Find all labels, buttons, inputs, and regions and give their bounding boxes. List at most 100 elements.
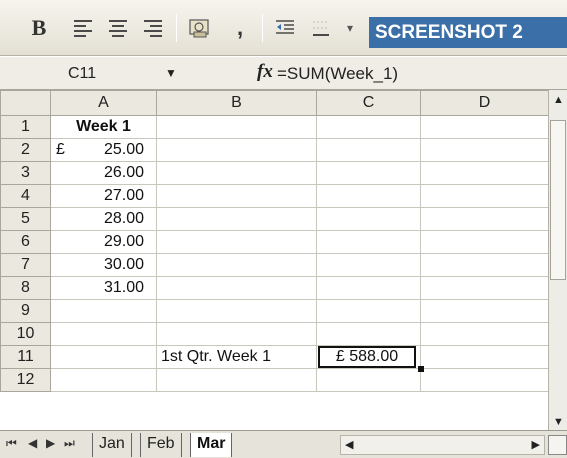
bold-button[interactable]: B	[24, 13, 54, 43]
column-header-b[interactable]: B	[156, 90, 317, 116]
cell[interactable]	[316, 230, 421, 254]
selected-cell-c11[interactable]: £ 588.00	[316, 345, 424, 372]
toolbar-divider	[176, 14, 177, 42]
column-header-a[interactable]: A	[50, 90, 157, 116]
column-header-c[interactable]: C	[316, 90, 421, 116]
sheet-tab-mar[interactable]: Mar	[190, 433, 233, 457]
cell-a2[interactable]: £25.00	[50, 138, 157, 162]
align-center-icon[interactable]	[103, 13, 133, 43]
cell[interactable]	[316, 115, 421, 139]
comma-style-button[interactable]: ,	[225, 13, 255, 43]
window-resize-corner[interactable]	[548, 435, 567, 455]
row-header[interactable]: 6	[0, 230, 51, 254]
cell[interactable]	[420, 322, 548, 346]
spreadsheet-grid: A B C D 1 Week 1 2 £25.00 3 26.00 4 27.0…	[0, 90, 548, 430]
cell[interactable]	[316, 276, 421, 300]
cell[interactable]	[316, 299, 421, 323]
cell-value: 25.00	[103, 141, 144, 158]
borders-icon[interactable]	[306, 13, 336, 43]
function-icon[interactable]: fx	[257, 61, 273, 83]
cell[interactable]	[156, 322, 317, 346]
row-header[interactable]: 5	[0, 207, 51, 231]
first-sheet-icon[interactable]: ⏮	[6, 436, 17, 451]
cell[interactable]	[156, 184, 317, 208]
cell-a4[interactable]: 27.00	[50, 184, 157, 208]
row-header[interactable]: 11	[0, 345, 51, 369]
scroll-up-icon[interactable]: ▲	[551, 94, 566, 112]
cell[interactable]	[50, 299, 157, 323]
previous-sheet-icon[interactable]: ◀	[28, 436, 37, 450]
cell[interactable]	[316, 368, 421, 392]
currency-symbol: £	[56, 141, 65, 158]
cell[interactable]	[420, 230, 548, 254]
cell[interactable]	[50, 322, 157, 346]
cell-b11[interactable]: 1st Qtr. Week 1	[156, 345, 317, 369]
cell-a7[interactable]: 30.00	[50, 253, 157, 277]
cell[interactable]	[420, 299, 548, 323]
sheet-tab-feb[interactable]: Feb	[140, 433, 182, 457]
cell[interactable]	[420, 207, 548, 231]
screenshot-badge: SCREENSHOT 2	[369, 17, 567, 48]
cell[interactable]	[156, 230, 317, 254]
decrease-indent-icon[interactable]	[270, 13, 300, 43]
cell[interactable]	[420, 161, 548, 185]
fill-handle[interactable]	[418, 366, 424, 372]
cell[interactable]	[50, 345, 157, 369]
currency-icon[interactable]	[184, 13, 214, 43]
scroll-left-icon[interactable]: ◀	[345, 438, 353, 451]
row-header[interactable]: 12	[0, 368, 51, 392]
scrollbar-thumb[interactable]	[550, 120, 566, 280]
cell[interactable]	[156, 299, 317, 323]
horizontal-scrollbar[interactable]: ◀ ▶	[340, 435, 545, 455]
cell[interactable]	[156, 276, 317, 300]
cell[interactable]	[420, 276, 548, 300]
formula-input[interactable]: =SUM(Week_1)	[277, 60, 398, 87]
row-header[interactable]: 8	[0, 276, 51, 300]
scroll-right-icon[interactable]: ▶	[532, 438, 540, 451]
cell[interactable]	[420, 138, 548, 162]
row-header[interactable]: 2	[0, 138, 51, 162]
cell-a8[interactable]: 31.00	[50, 276, 157, 300]
row-header[interactable]: 9	[0, 299, 51, 323]
cell[interactable]	[316, 161, 421, 185]
vertical-scrollbar[interactable]: ▲ ▼	[548, 90, 567, 430]
toolbar-divider	[262, 14, 263, 42]
cell[interactable]	[316, 322, 421, 346]
cell[interactable]	[316, 138, 421, 162]
cell-a1[interactable]: Week 1	[50, 115, 157, 139]
cell-a6[interactable]: 29.00	[50, 230, 157, 254]
cell[interactable]	[316, 184, 421, 208]
name-box-dropdown-icon[interactable]: ▼	[165, 66, 177, 80]
cell[interactable]	[50, 368, 157, 392]
cell-a5[interactable]: 28.00	[50, 207, 157, 231]
sheet-tab-jan[interactable]: Jan	[92, 433, 132, 457]
align-left-icon[interactable]	[68, 13, 98, 43]
next-sheet-icon[interactable]: ▶	[46, 436, 55, 450]
cell[interactable]	[420, 115, 548, 139]
align-right-icon[interactable]	[138, 13, 168, 43]
row-header[interactable]: 1	[0, 115, 51, 139]
cell-a3[interactable]: 26.00	[50, 161, 157, 185]
last-sheet-icon[interactable]: ⏭	[64, 436, 75, 451]
cell[interactable]	[316, 207, 421, 231]
cell[interactable]	[156, 161, 317, 185]
cell[interactable]	[420, 253, 548, 277]
column-header-d[interactable]: D	[420, 90, 548, 116]
cell[interactable]	[420, 368, 548, 392]
cell[interactable]	[156, 138, 317, 162]
cell[interactable]	[156, 115, 317, 139]
row-header[interactable]: 4	[0, 184, 51, 208]
name-box[interactable]: C11	[68, 60, 178, 87]
cell[interactable]	[156, 253, 317, 277]
cell[interactable]	[420, 184, 548, 208]
scroll-down-icon[interactable]: ▼	[551, 416, 566, 428]
cell[interactable]	[156, 368, 317, 392]
cell[interactable]	[420, 345, 548, 369]
borders-dropdown-arrow-icon[interactable]: ▾	[336, 13, 364, 43]
cell[interactable]	[316, 253, 421, 277]
row-header[interactable]: 10	[0, 322, 51, 346]
row-header[interactable]: 7	[0, 253, 51, 277]
select-all-corner[interactable]	[0, 90, 51, 116]
cell[interactable]	[156, 207, 317, 231]
row-header[interactable]: 3	[0, 161, 51, 185]
